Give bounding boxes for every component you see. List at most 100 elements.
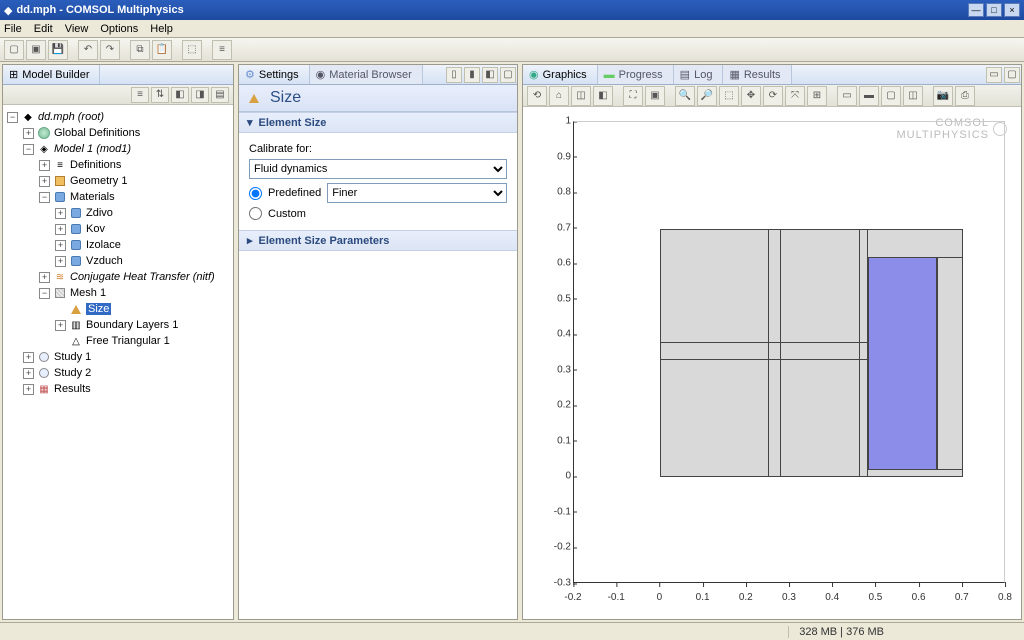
menu-help[interactable]: Help [150,23,173,35]
tb-build-icon[interactable]: ⬚ [182,40,202,60]
gtb-zoomsel-icon[interactable]: ⬚ [719,86,739,106]
gtb-sel2-icon[interactable]: ▬ [859,86,879,106]
tree-mat-vzduch[interactable]: +Vzduch [3,253,233,269]
model-tree[interactable]: −◆dd.mph (root) +Global Definitions −◈Mo… [3,105,233,619]
tab-log[interactable]: ▤Log [674,65,724,84]
tree-mesh-label: Mesh 1 [70,287,106,299]
gtb-axis-icon[interactable]: ⤧ [785,86,805,106]
material-icon [71,256,81,266]
gtb-view1-icon[interactable]: ◫ [571,86,591,106]
tb-copy-icon[interactable]: ⧉ [130,40,150,60]
tb-compute-icon[interactable]: ≡ [212,40,232,60]
tree-mat-izolace[interactable]: +Izolace [3,237,233,253]
mb-expand-icon[interactable]: ⇅ [151,87,169,103]
gtb-sel3-icon[interactable]: ▢ [881,86,901,106]
gtb-zoomin-icon[interactable]: 🔍 [675,86,695,106]
gtb-pan-icon[interactable]: ✥ [741,86,761,106]
menu-options[interactable]: Options [100,23,138,35]
mb-collapse-icon[interactable]: ≡ [131,87,149,103]
tab-material-browser-label: Material Browser [329,69,412,81]
radio-custom[interactable] [249,207,262,220]
material-icon [71,208,81,218]
gtb-zoomout-icon[interactable]: 🔎 [697,86,717,106]
tree-results[interactable]: +▦Results [3,381,233,397]
tree-mat-izolace-label: Izolace [86,239,121,251]
tree-mat-zdivo[interactable]: +Zdivo [3,205,233,221]
gpanel-min-icon[interactable]: ▭ [986,67,1002,83]
maximize-button[interactable]: □ [986,3,1002,17]
tree-definitions[interactable]: +≡Definitions [3,157,233,173]
tree-model1[interactable]: −◈Model 1 (mod1) [3,141,233,157]
gtb-home-icon[interactable]: ⌂ [549,86,569,106]
window-titlebar: ◆ dd.mph - COMSOL Multiphysics — □ × [0,0,1024,20]
gtb-grid-icon[interactable]: ⊞ [807,86,827,106]
tb-open-icon[interactable]: ▣ [26,40,46,60]
tb-new-icon[interactable]: ▢ [4,40,24,60]
status-memory: 328 MB | 376 MB [788,626,894,638]
settings-tb3-icon[interactable]: ◧ [482,67,498,83]
tree-mesh[interactable]: −Mesh 1 [3,285,233,301]
tree-freetri[interactable]: △Free Triangular 1 [3,333,233,349]
mb-opt3-icon[interactable]: ▤ [211,87,229,103]
window-title: dd.mph - COMSOL Multiphysics [12,4,966,16]
tree-materials[interactable]: −Materials [3,189,233,205]
gtb-view2-icon[interactable]: ◧ [593,86,613,106]
menu-file[interactable]: File [4,23,22,35]
tab-log-label: Log [694,69,712,81]
settings-page-title: Size [270,89,301,107]
graphics-toolbar: ⟲ ⌂ ◫ ◧ ⛶ ▣ 🔍 🔎 ⬚ ✥ ⟳ ⤧ ⊞ ▭ ▬ ▢ ◫ [523,85,1021,107]
plot-area[interactable]: COMSOLMULTIPHYSICS -0.3-0.2-0.100.10.20.… [529,111,1015,613]
gtb-snapshot-icon[interactable]: 📷 [933,86,953,106]
close-button[interactable]: × [1004,3,1020,17]
gtb-sel4-icon[interactable]: ◫ [903,86,923,106]
label-calibrate: Calibrate for: [249,143,312,155]
mb-opt1-icon[interactable]: ◧ [171,87,189,103]
gpanel-max-icon[interactable]: ▢ [1004,67,1020,83]
gtb-zoomext-icon[interactable]: ⛶ [623,86,643,106]
tree-mat-kov[interactable]: +Kov [3,221,233,237]
gtb-rotate-icon[interactable]: ⟳ [763,86,783,106]
tab-graphics-label: Graphics [543,69,587,81]
tb-save-icon[interactable]: 💾 [48,40,68,60]
radio-predefined[interactable] [249,187,262,200]
tree-boundary[interactable]: +▥Boundary Layers 1 [3,317,233,333]
tab-progress[interactable]: ▬Progress [598,65,674,84]
tab-settings[interactable]: ⚙Settings [239,65,310,84]
select-predefined[interactable]: Finer [327,183,507,203]
gtb-sel1-icon[interactable]: ▭ [837,86,857,106]
tree-cht-label: Conjugate Heat Transfer (nitf) [70,271,215,283]
tb-undo-icon[interactable]: ↶ [78,40,98,60]
gtb-reset-icon[interactable]: ⟲ [527,86,547,106]
mb-opt2-icon[interactable]: ◨ [191,87,209,103]
gtb-print-icon[interactable]: ⎙ [955,86,975,106]
tb-paste-icon[interactable]: 📋 [152,40,172,60]
progress-icon: ▬ [604,69,615,81]
section-element-size-params[interactable]: ▸Element Size Parameters [239,230,517,251]
menu-edit[interactable]: Edit [34,23,53,35]
tree-globaldef[interactable]: +Global Definitions [3,125,233,141]
gtb-zoombox-icon[interactable]: ▣ [645,86,665,106]
select-calibrate[interactable]: Fluid dynamics [249,159,507,179]
tree-study2[interactable]: +Study 2 [3,365,233,381]
section-element-size[interactable]: ▾Element Size [239,112,517,133]
tree-geometry[interactable]: +Geometry 1 [3,173,233,189]
settings-tb4-icon[interactable]: ▢ [500,67,516,83]
plot-axes [573,121,1005,583]
tb-redo-icon[interactable]: ↷ [100,40,120,60]
app-icon: ◆ [4,4,12,17]
settings-tb1-icon[interactable]: ▯ [446,67,462,83]
tree-cht[interactable]: +≋Conjugate Heat Transfer (nitf) [3,269,233,285]
settings-tb2-icon[interactable]: ▮ [464,67,480,83]
main-toolbar: ▢ ▣ 💾 ↶ ↷ ⧉ 📋 ⬚ ≡ [0,38,1024,62]
tree-study1[interactable]: +Study 1 [3,349,233,365]
tree-model1-label: Model 1 (mod1) [54,143,131,155]
tab-graphics[interactable]: ◉Graphics [523,65,598,84]
tab-model-builder[interactable]: ⊞ Model Builder [3,65,100,84]
minimize-button[interactable]: — [968,3,984,17]
menu-view[interactable]: View [65,23,89,35]
tab-results[interactable]: ▦Results [723,65,791,84]
tree-size[interactable]: Size [3,301,233,317]
material-browser-icon: ◉ [316,68,326,81]
tree-root[interactable]: −◆dd.mph (root) [3,109,233,125]
tab-material-browser[interactable]: ◉Material Browser [310,65,423,84]
